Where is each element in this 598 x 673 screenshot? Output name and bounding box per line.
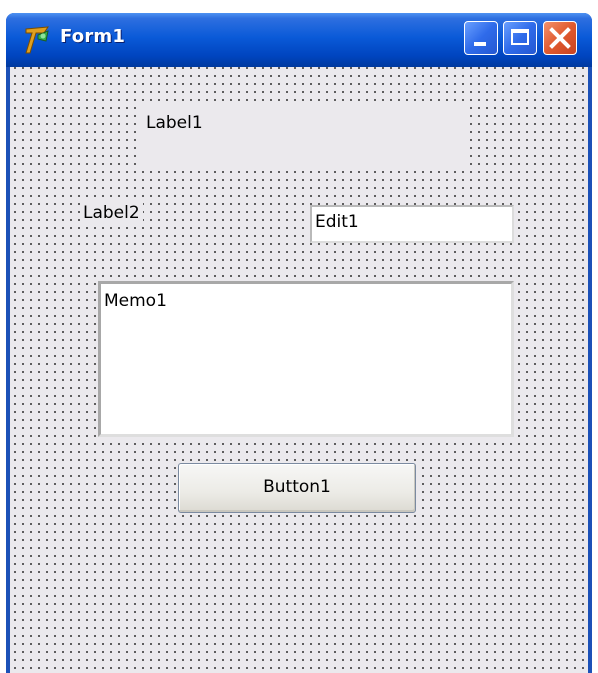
title-bar[interactable]: Form1: [6, 13, 592, 67]
maximize-button[interactable]: [503, 21, 537, 55]
close-button[interactable]: [543, 21, 577, 55]
edit1-field[interactable]: Edit1: [310, 205, 514, 243]
button1[interactable]: Button1: [178, 463, 416, 513]
delphi-helmet-icon: [25, 26, 49, 54]
window-title: Form1: [60, 26, 126, 47]
label1-component[interactable]: Label1: [136, 101, 468, 168]
minimize-button[interactable]: [464, 21, 498, 55]
maximize-icon: [511, 29, 529, 45]
close-icon: [549, 27, 571, 49]
memo1-field[interactable]: Memo1: [98, 281, 514, 437]
label2[interactable]: Label2: [80, 203, 143, 223]
form-window: Form1 Label1 Label2 Edit1 Memo1 Button1: [6, 13, 592, 673]
form-design-surface[interactable]: Label1 Label2 Edit1 Memo1 Button1: [10, 67, 588, 673]
minimize-icon: [474, 42, 486, 46]
label1-text: Label1: [146, 113, 203, 133]
